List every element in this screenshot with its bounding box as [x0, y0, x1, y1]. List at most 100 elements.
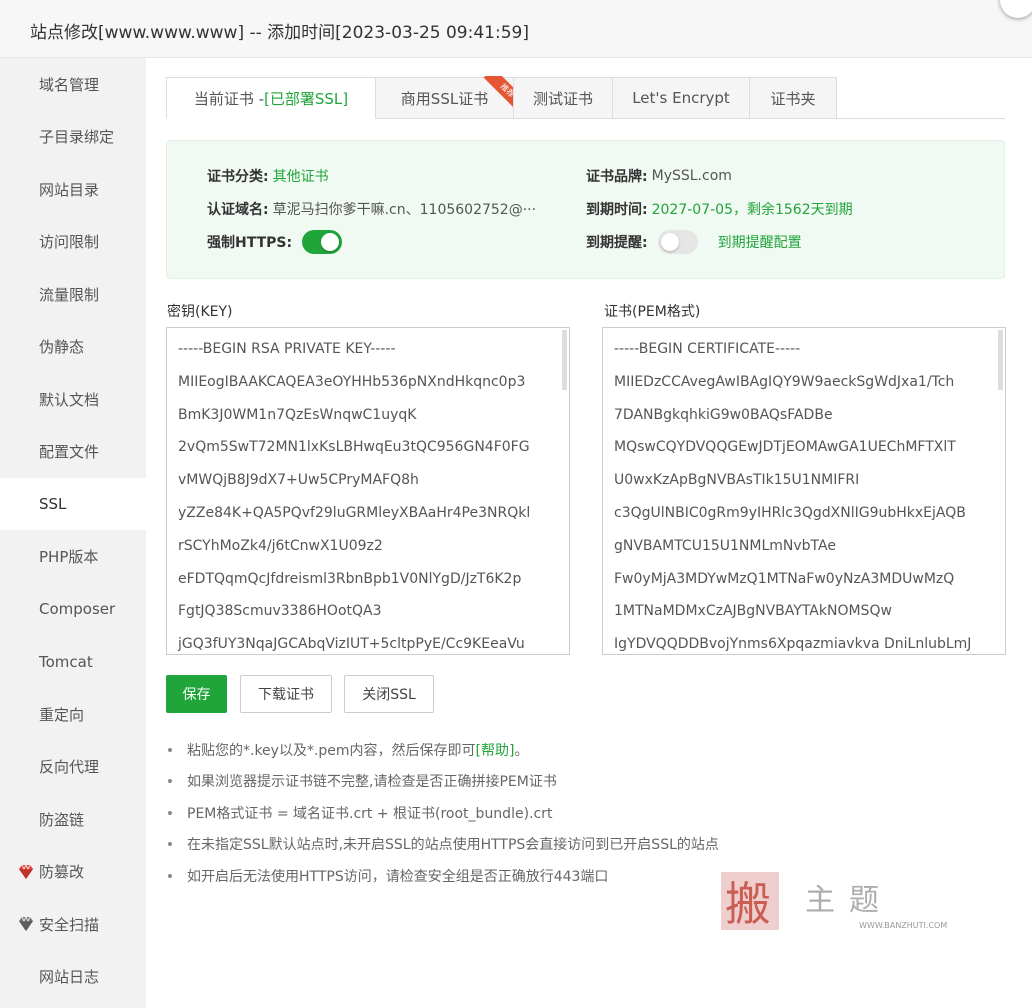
svg-text:WWW.BANZHUTI.COM: WWW.BANZHUTI.COM: [859, 921, 947, 930]
key-textarea[interactable]: -----BEGIN RSA PRIVATE KEY----- MIIEogIB…: [166, 327, 570, 655]
sidebar-item-label: 访问限制: [39, 233, 100, 251]
sidebar-item-label: 伪静态: [39, 338, 85, 356]
sidebar-item-access[interactable]: 访问限制: [0, 216, 146, 268]
tip-item: 如果浏览器提示证书链不完整,请检查是否正确拼接PEM证书: [168, 766, 988, 798]
expire-remind-label: 到期提醒:: [586, 235, 648, 251]
cert-brand-value: MySSL.com: [651, 168, 732, 184]
sidebar-item-label: Tomcat: [39, 652, 93, 671]
save-button[interactable]: 保存: [166, 675, 227, 713]
sidebar-item-label: 反向代理: [39, 758, 100, 776]
tab-lets-encrypt[interactable]: Let's Encrypt: [612, 77, 750, 119]
cert-category-label: 证书分类:: [207, 169, 269, 185]
sidebar-item-label: 防篡改: [39, 863, 85, 881]
sidebar-item-logs[interactable]: 网站日志: [0, 951, 146, 1003]
close-ssl-button[interactable]: 关闭SSL: [344, 675, 434, 713]
recommend-ribbon: 推荐: [477, 76, 515, 114]
svg-text:主题: 主题: [805, 883, 893, 918]
sidebar-item-default-doc[interactable]: 默认文档: [0, 373, 146, 425]
cert-line: U0wxKzApBgNVBAsTIk15U1NMIFRI: [614, 472, 860, 489]
sidebar-item-traffic[interactable]: 流量限制: [0, 268, 146, 320]
sidebar-item-rewrite[interactable]: 伪静态: [0, 321, 146, 373]
cert-line: gNVBAMTCU15U1NMLmNvbTAe: [614, 537, 836, 554]
expire-remind-toggle[interactable]: [657, 230, 698, 254]
gray-gem-icon: [19, 916, 33, 931]
sidebar-item-label: SSL: [39, 495, 67, 513]
cert-brand-row: 证书品牌: MySSL.com: [586, 164, 732, 188]
key-scrollbar[interactable]: [562, 330, 567, 390]
sidebar-item-domain[interactable]: 域名管理: [0, 58, 146, 110]
toggle-knob: [321, 233, 340, 251]
sidebar-item-label: 网站日志: [39, 968, 100, 986]
download-cert-button[interactable]: 下载证书: [240, 675, 332, 713]
sidebar-item-ssl[interactable]: SSL: [0, 478, 146, 530]
force-https-toggle[interactable]: [302, 230, 343, 254]
key-line: -----BEGIN RSA PRIVATE KEY-----: [178, 341, 396, 357]
tab-cert-folder[interactable]: 证书夹: [749, 77, 837, 119]
sidebar-item-hotlink[interactable]: 防盗链: [0, 793, 146, 845]
tab-label: 当前证书 -: [193, 89, 265, 108]
sidebar-item-label: 网站目录: [39, 180, 100, 199]
cert-line: MQswCQYDVQQGEwJDTjEOMAwGA1UEChMFTXlT: [614, 439, 956, 456]
ssl-status: [已部署SSL]: [264, 89, 349, 108]
red-gem-icon: [19, 863, 33, 879]
bullet: [168, 779, 172, 784]
sidebar-item-label: Composer: [39, 600, 116, 618]
key-line: jGQ3fUY3NqaJGCAbqVizIUT+5cltpPyE/Cc9KEea…: [178, 636, 525, 653]
sidebar-item-subdir[interactable]: 子目录绑定: [0, 111, 146, 163]
sidebar-item-label: 配置文件: [39, 443, 100, 461]
tab-label: Let's Encrypt: [632, 89, 730, 107]
key-line: FgtJQ38Scmuv3386HOotQA3: [178, 603, 382, 620]
cert-expire-label: 到期时间:: [586, 202, 648, 218]
cert-line: IgYDVQQDDBvojYnms6Xpqazmiavkva DniLnlubL…: [614, 636, 972, 653]
sidebar-item-php[interactable]: PHP版本: [0, 531, 146, 583]
tip-text: 如果浏览器提示证书链不完整,请检查是否正确拼接PEM证书: [187, 774, 557, 791]
tab-label: 商用SSL证书: [400, 89, 489, 108]
sidebar-item-tamper[interactable]: 防篡改: [0, 846, 146, 898]
sidebar-item-label: 重定向: [39, 705, 85, 724]
tab-label: 证书夹: [770, 89, 816, 108]
tab-commercial-ssl[interactable]: 商用SSL证书 推荐: [375, 76, 515, 119]
sidebar-item-label: PHP版本: [39, 548, 99, 566]
cert-expire-value: 2027-07-05，剩余1562天到期: [651, 202, 853, 218]
tip-item: 在未指定SSL默认站点时,未开启SSL的站点使用HTTPS会直接访问到已开启SS…: [168, 829, 988, 861]
help-link[interactable]: [帮助]: [476, 740, 515, 760]
site-modify-dialog: 站点修改[www.www.www] -- 添加时间[2023-03-25 09:…: [0, 0, 1032, 1008]
sidebar-item-label: 子目录绑定: [39, 128, 115, 146]
cert-category-value: 其他证书: [272, 169, 329, 185]
sidebar-item-label: 防盗链: [39, 810, 85, 829]
sidebar-item-config[interactable]: 配置文件: [0, 426, 146, 478]
sidebar-item-site-dir[interactable]: 网站目录: [0, 163, 146, 215]
tab-test-cert[interactable]: 测试证书: [513, 77, 613, 119]
tip-item: PEM格式证书 = 域名证书.crt + 根证书(root_bundle).cr…: [168, 797, 988, 829]
tab-current-cert[interactable]: 当前证书 - [已部署SSL]: [166, 77, 376, 119]
bullet: [168, 842, 172, 847]
sidebar-item-label: 安全扫描: [39, 915, 100, 934]
remind-config-link[interactable]: 到期提醒配置: [718, 232, 802, 252]
sidebar-item-composer[interactable]: Composer: [0, 583, 146, 635]
cert-info-panel: 证书分类: 其他证书 证书品牌: MySSL.com 认证域名: 草泥马扫你爹干…: [166, 140, 1005, 279]
ssl-tabs: 当前证书 - [已部署SSL] 商用SSL证书 推荐 测试证书 Let's En…: [166, 76, 1005, 119]
sidebar-item-label: 域名管理: [39, 75, 100, 94]
tip-text: 在未指定SSL默认站点时,未开启SSL的站点使用HTTPS会直接访问到已开启SS…: [187, 837, 719, 854]
svg-text:搬: 搬: [725, 877, 771, 931]
key-line: 2vQm5SwT72MN1lxKsLBHwqEu3tQC956GN4F0FG: [178, 439, 530, 456]
tip-text: 粘贴您的*.key以及*.pem内容，然后保存即可: [187, 742, 476, 759]
cert-brand-label: 证书品牌:: [586, 169, 648, 185]
cert-textarea[interactable]: -----BEGIN CERTIFICATE----- MIIEDzCCAveg…: [602, 327, 1006, 655]
key-line: eFDTQqmQcJfdreisml3RbnBpb1V0NlYgD/JzT6K2…: [178, 570, 522, 587]
tip-item: 粘贴您的*.key以及*.pem内容，然后保存即可 [帮助]。: [168, 734, 988, 766]
cert-domain-label: 认证域名:: [207, 202, 269, 218]
cert-category-row: 证书分类: 其他证书: [207, 164, 329, 188]
sidebar-item-proxy[interactable]: 反向代理: [0, 741, 146, 793]
sidebar-item-tomcat[interactable]: Tomcat: [0, 636, 146, 688]
sidebar-item-redirect[interactable]: 重定向: [0, 688, 146, 740]
sidebar-item-label: 流量限制: [39, 285, 100, 304]
bullet: [168, 873, 172, 878]
toggle-knob: [660, 233, 679, 251]
cert-line: c3QgUlNBIC0gRm9yIHRlc3QgdXNlIG9ubHkxEjAQ…: [614, 504, 966, 521]
tip-text: PEM格式证书 = 域名证书.crt + 根证书(root_bundle).cr…: [187, 805, 553, 822]
cert-scrollbar[interactable]: [998, 330, 1003, 390]
key-line: MIIEogIBAAKCAQEA3eOYHHb536pNXndHkqnc0p3: [178, 373, 526, 390]
sidebar-item-scan[interactable]: 安全扫描: [0, 898, 146, 950]
cert-line: 1MTNaMDMxCzAJBgNVBAYTAkNOMSQw: [614, 603, 892, 620]
